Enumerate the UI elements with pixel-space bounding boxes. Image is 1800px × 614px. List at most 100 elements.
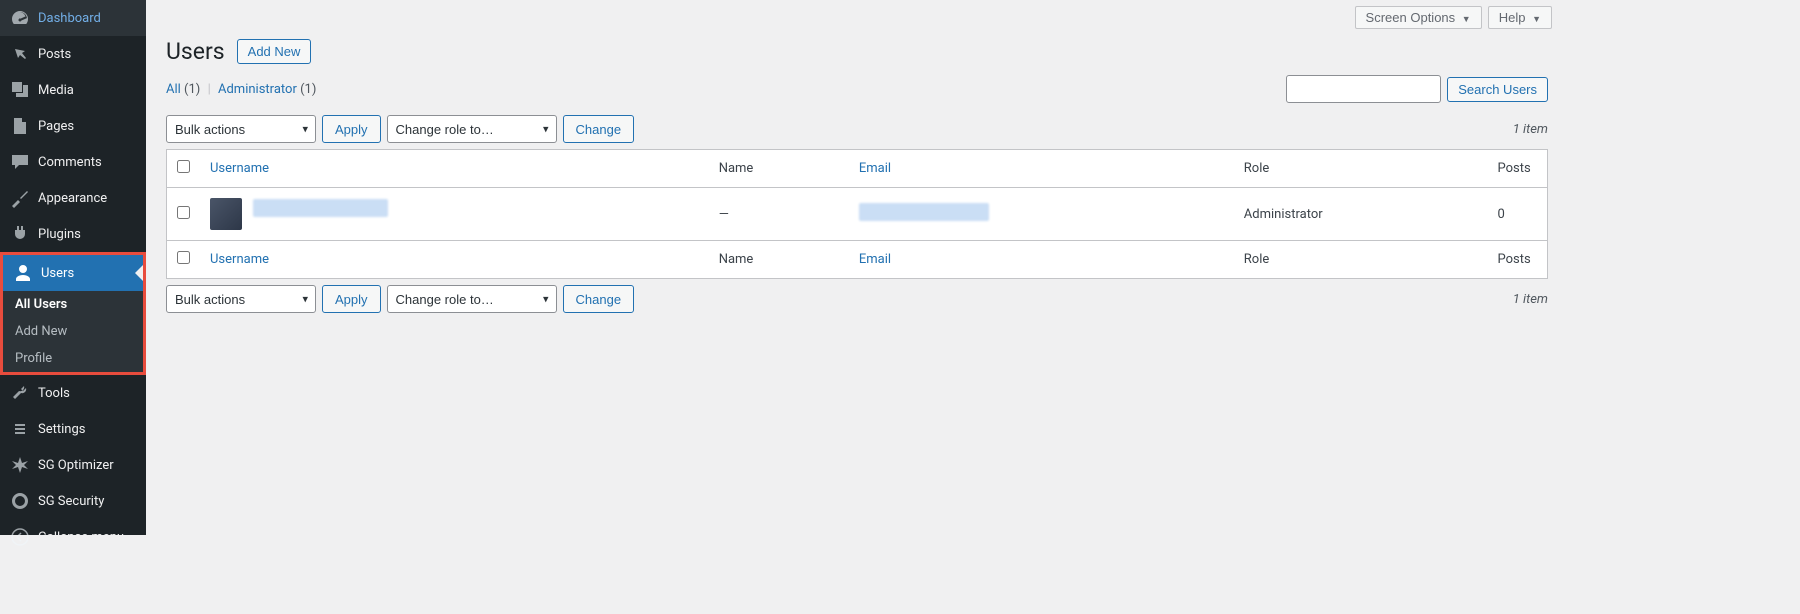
submenu-add-new[interactable]: Add New xyxy=(3,318,143,345)
col-email-foot[interactable]: Email xyxy=(859,252,891,267)
chevron-down-icon: ▼ xyxy=(1462,14,1471,24)
tablenav-actions-bottom: Bulk actions Apply Change role to… Chang… xyxy=(166,285,634,313)
search-input[interactable] xyxy=(1286,75,1441,103)
sidebar-item-collapse[interactable]: Collapse menu xyxy=(0,519,146,555)
avatar xyxy=(210,198,242,230)
bulk-actions-select-bottom[interactable]: Bulk actions xyxy=(166,285,316,313)
table-row: — Administrator 0 xyxy=(167,188,1548,241)
sidebar-item-sg-security[interactable]: SG Security xyxy=(0,483,146,519)
sidebar-item-appearance[interactable]: Appearance xyxy=(0,180,146,216)
sidebar-item-settings[interactable]: Settings xyxy=(0,411,146,447)
col-role: Role xyxy=(1234,150,1488,188)
username-blurred[interactable] xyxy=(253,199,388,217)
settings-icon xyxy=(10,419,30,439)
tools-icon xyxy=(10,383,30,403)
add-new-button[interactable]: Add New xyxy=(237,39,312,64)
filter-administrator[interactable]: Administrator xyxy=(218,82,297,97)
col-posts-foot: Posts xyxy=(1488,241,1548,279)
appearance-icon xyxy=(10,188,30,208)
topbar: Screen Options ▼ Help ▼ xyxy=(146,0,1568,29)
sidebar-item-tools[interactable]: Tools xyxy=(0,375,146,411)
page-title: Users xyxy=(166,38,225,65)
cell-posts: 0 xyxy=(1488,188,1548,241)
page-header: Users Add New xyxy=(146,29,1568,69)
sidebar-item-label: Plugins xyxy=(38,227,81,242)
col-email[interactable]: Email xyxy=(859,161,891,176)
tablenav-actions: Bulk actions Apply Change role to… Chang… xyxy=(166,115,634,143)
users-icon xyxy=(13,263,33,283)
sidebar-users-highlighted: Users All Users Add New Profile xyxy=(0,252,146,375)
sidebar-item-label: Collapse menu xyxy=(38,530,124,545)
pin-icon xyxy=(10,44,30,64)
help-button[interactable]: Help ▼ xyxy=(1488,6,1552,29)
item-count-bottom: 1 item xyxy=(1513,292,1548,307)
collapse-icon xyxy=(10,527,30,547)
cell-email xyxy=(849,188,1234,241)
change-button-bottom[interactable]: Change xyxy=(563,285,635,313)
media-icon xyxy=(10,80,30,100)
sidebar-item-label: SG Security xyxy=(38,494,104,509)
sidebar-item-pages[interactable]: Pages xyxy=(0,108,146,144)
col-name: Name xyxy=(709,150,849,188)
screen-options-button[interactable]: Screen Options ▼ xyxy=(1355,6,1482,29)
sidebar-item-comments[interactable]: Comments xyxy=(0,144,146,180)
sidebar-item-label: Posts xyxy=(38,47,71,62)
filter-links: All (1) | Administrator (1) xyxy=(166,82,316,97)
search-row: Search Users xyxy=(1286,75,1548,103)
sidebar-item-sg-optimizer[interactable]: SG Optimizer xyxy=(0,447,146,483)
submenu-all-users[interactable]: All Users xyxy=(3,291,143,318)
col-posts: Posts xyxy=(1488,150,1548,188)
filter-all[interactable]: All xyxy=(166,82,181,97)
row-checkbox[interactable] xyxy=(177,206,190,219)
item-count-top: 1 item xyxy=(1513,122,1548,137)
sidebar-item-label: Users xyxy=(41,266,74,281)
apply-button[interactable]: Apply xyxy=(322,115,381,143)
change-button[interactable]: Change xyxy=(563,115,635,143)
search-users-button[interactable]: Search Users xyxy=(1447,77,1548,102)
cell-username xyxy=(200,188,709,241)
users-submenu: All Users Add New Profile xyxy=(3,291,143,372)
filters-row: All (1) | Administrator (1) Search Users xyxy=(146,69,1568,109)
sidebar-item-label: Comments xyxy=(38,155,102,170)
dashboard-icon xyxy=(10,8,30,28)
sidebar-item-posts[interactable]: Posts xyxy=(0,36,146,72)
email-blurred[interactable] xyxy=(859,203,989,221)
bulk-actions-select[interactable]: Bulk actions xyxy=(166,115,316,143)
sg-security-icon xyxy=(10,491,30,511)
col-role-foot: Role xyxy=(1234,241,1488,279)
select-all-checkbox-bottom[interactable] xyxy=(177,251,190,264)
tablenav-bottom: Bulk actions Apply Change role to… Chang… xyxy=(146,279,1568,319)
chevron-down-icon: ▼ xyxy=(1532,14,1541,24)
tablenav-top: Bulk actions Apply Change role to… Chang… xyxy=(146,109,1568,149)
cell-name: — xyxy=(709,188,849,241)
sidebar-item-label: Settings xyxy=(38,422,85,437)
apply-button-bottom[interactable]: Apply xyxy=(322,285,381,313)
col-name-foot: Name xyxy=(709,241,849,279)
sidebar-item-label: Pages xyxy=(38,119,74,134)
sidebar-item-label: Appearance xyxy=(38,191,107,206)
sg-optimizer-icon xyxy=(10,455,30,475)
plugins-icon xyxy=(10,224,30,244)
filter-admin-count: (1) xyxy=(300,82,316,97)
col-username[interactable]: Username xyxy=(210,161,269,176)
sidebar-item-dashboard[interactable]: Dashboard xyxy=(0,0,146,36)
sidebar-item-label: Media xyxy=(38,83,74,98)
filter-all-count: (1) xyxy=(184,82,200,97)
comments-icon xyxy=(10,152,30,172)
users-table: Username Name Email Role Posts — Adminis… xyxy=(166,149,1548,279)
sidebar-item-label: SG Optimizer xyxy=(38,458,114,473)
change-role-select[interactable]: Change role to… xyxy=(387,115,557,143)
select-all-checkbox-top[interactable] xyxy=(177,160,190,173)
pages-icon xyxy=(10,116,30,136)
change-role-select-bottom[interactable]: Change role to… xyxy=(387,285,557,313)
main-content: Screen Options ▼ Help ▼ Users Add New Al… xyxy=(146,0,1568,535)
admin-sidebar: Dashboard Posts Media Pages Comments App… xyxy=(0,0,146,535)
filter-separator: | xyxy=(208,82,211,97)
sidebar-item-label: Dashboard xyxy=(38,11,101,26)
submenu-profile[interactable]: Profile xyxy=(3,345,143,372)
sidebar-item-users[interactable]: Users xyxy=(3,255,143,291)
sidebar-item-plugins[interactable]: Plugins xyxy=(0,216,146,252)
sidebar-item-media[interactable]: Media xyxy=(0,72,146,108)
cell-role: Administrator xyxy=(1234,188,1488,241)
col-username-foot[interactable]: Username xyxy=(210,252,269,267)
